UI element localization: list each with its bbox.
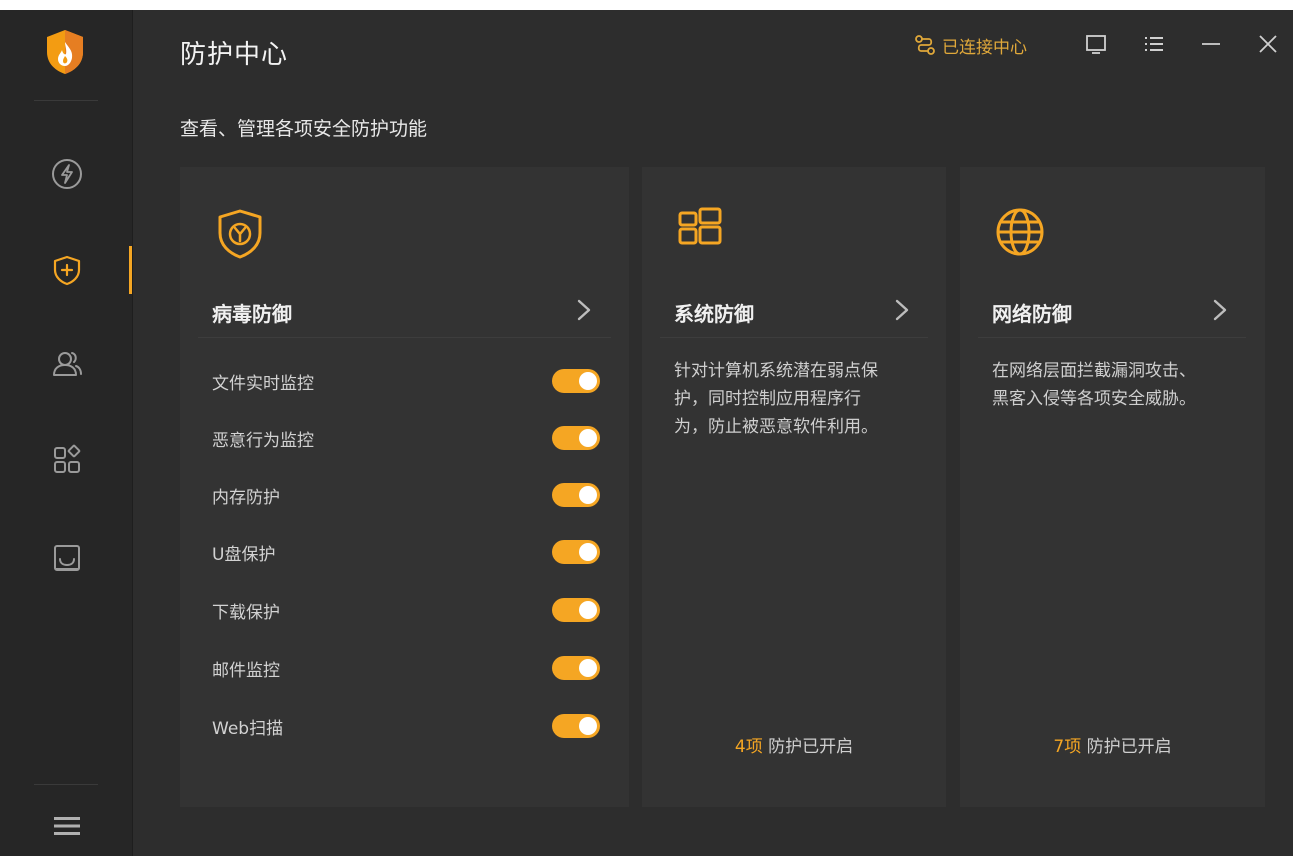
file-monitor-toggle[interactable]	[552, 369, 600, 393]
toggle-label: 恶意行为监控	[212, 430, 314, 451]
virus-protection-open-button[interactable]	[572, 295, 596, 325]
sidebar-item-apps[interactable]	[0, 432, 133, 488]
screen-icon	[1086, 35, 1106, 54]
lightning-icon	[51, 159, 82, 189]
description-line: 黑客入侵等各项安全威胁。	[992, 389, 1196, 409]
connection-icon	[915, 35, 935, 55]
shield-plus-icon	[53, 255, 80, 286]
mail-monitor-toggle[interactable]	[552, 656, 600, 680]
sidebar	[0, 10, 133, 856]
connect-center-link[interactable]: 已连接中心	[914, 32, 1027, 58]
virus-shield-icon	[212, 205, 268, 261]
toggle-row: 文件实时监控	[212, 366, 600, 396]
sidebar-item-users[interactable]	[0, 336, 133, 392]
minimize-icon	[1202, 43, 1220, 45]
app-logo-icon	[43, 28, 87, 76]
sidebar-item-toolbox[interactable]	[0, 530, 133, 586]
card-divider	[978, 337, 1246, 338]
hamburger-menu-icon[interactable]	[0, 796, 133, 856]
system-protection-description: 针对计算机系统潜在弱点保 护，同时控制应用程序行 为，防止被恶意软件利用。	[674, 357, 878, 441]
toggle-label: U盘保护	[212, 544, 276, 565]
page-title: 防护中心	[180, 40, 289, 70]
card-divider	[660, 337, 928, 338]
toggle-row: 内存防护	[212, 480, 600, 510]
sidebar-divider	[34, 100, 98, 101]
list-menu-icon	[1145, 37, 1163, 51]
network-protection-card: 网络防御 在网络层面拦截漏洞攻击、 黑客入侵等各项安全威胁。 7项 防护已开启	[960, 167, 1265, 807]
toggle-label: 内存防护	[212, 487, 280, 508]
status-text: 防护已开启	[768, 737, 854, 757]
connect-label: 已连接中心	[942, 37, 1027, 58]
toggle-row: 邮件监控	[212, 653, 600, 683]
status-count: 7项	[1053, 737, 1082, 757]
system-protection-status: 4项 防护已开启	[642, 732, 946, 757]
sidebar-item-protection[interactable]	[0, 242, 133, 298]
system-protection-open-button[interactable]	[890, 295, 914, 325]
card-divider	[198, 337, 611, 338]
network-protection-open-button[interactable]	[1208, 295, 1232, 325]
memory-protection-toggle[interactable]	[552, 483, 600, 507]
apps-icon	[53, 444, 80, 473]
users-icon	[52, 352, 82, 376]
toggle-row: 恶意行为监控	[212, 423, 600, 453]
chevron-right-icon	[1213, 299, 1227, 321]
toggle-row: Web扫描	[212, 711, 600, 741]
close-icon	[1259, 35, 1277, 53]
inbox-icon	[53, 545, 80, 571]
status-count: 4项	[734, 737, 763, 757]
sidebar-divider	[34, 784, 98, 785]
chevron-right-icon	[577, 299, 591, 321]
toggle-label: Web扫描	[212, 718, 284, 739]
network-protection-status: 7项 防护已开启	[960, 732, 1265, 757]
usb-protection-toggle[interactable]	[552, 540, 600, 564]
download-protection-toggle[interactable]	[552, 598, 600, 622]
windows-grid-icon	[674, 205, 730, 261]
app-window: 防护中心 已连接中心 查看、管理各项安全防护功能 病毒防御 文件实时监控 恶意行…	[0, 10, 1293, 856]
toggle-label: 邮件监控	[212, 660, 280, 681]
toggle-row: U盘保护	[212, 537, 600, 567]
toggle-row: 下载保护	[212, 595, 600, 625]
page-subtitle: 查看、管理各项安全防护功能	[180, 118, 428, 140]
feedback-button[interactable]	[1078, 28, 1114, 60]
toggle-label: 文件实时监控	[212, 373, 314, 394]
system-protection-title: 系统防御	[674, 302, 754, 326]
toggle-label: 下载保护	[212, 602, 280, 623]
description-line: 在网络层面拦截漏洞攻击、	[992, 361, 1196, 381]
network-protection-description: 在网络层面拦截漏洞攻击、 黑客入侵等各项安全威胁。	[992, 357, 1196, 413]
behavior-monitor-toggle[interactable]	[552, 426, 600, 450]
sidebar-active-indicator	[129, 246, 132, 294]
network-protection-title: 网络防御	[992, 302, 1072, 326]
description-line: 为，防止被恶意软件利用。	[674, 417, 878, 437]
close-button[interactable]	[1250, 28, 1286, 60]
description-line: 护，同时控制应用程序行	[674, 389, 861, 409]
status-text: 防护已开启	[1086, 737, 1172, 757]
description-line: 针对计算机系统潜在弱点保	[674, 361, 878, 381]
virus-protection-card: 病毒防御 文件实时监控 恶意行为监控 内存防护 U盘保护 下载保护 邮件监控 W…	[180, 167, 629, 807]
chevron-right-icon	[895, 299, 909, 321]
system-protection-card: 系统防御 针对计算机系统潜在弱点保 护，同时控制应用程序行 为，防止被恶意软件利…	[642, 167, 946, 807]
globe-icon	[992, 205, 1048, 261]
web-scan-toggle[interactable]	[552, 714, 600, 738]
virus-protection-title: 病毒防御	[212, 302, 292, 326]
minimize-button[interactable]	[1193, 28, 1229, 60]
settings-menu-button[interactable]	[1136, 28, 1172, 60]
sidebar-item-speedup[interactable]	[0, 146, 133, 202]
